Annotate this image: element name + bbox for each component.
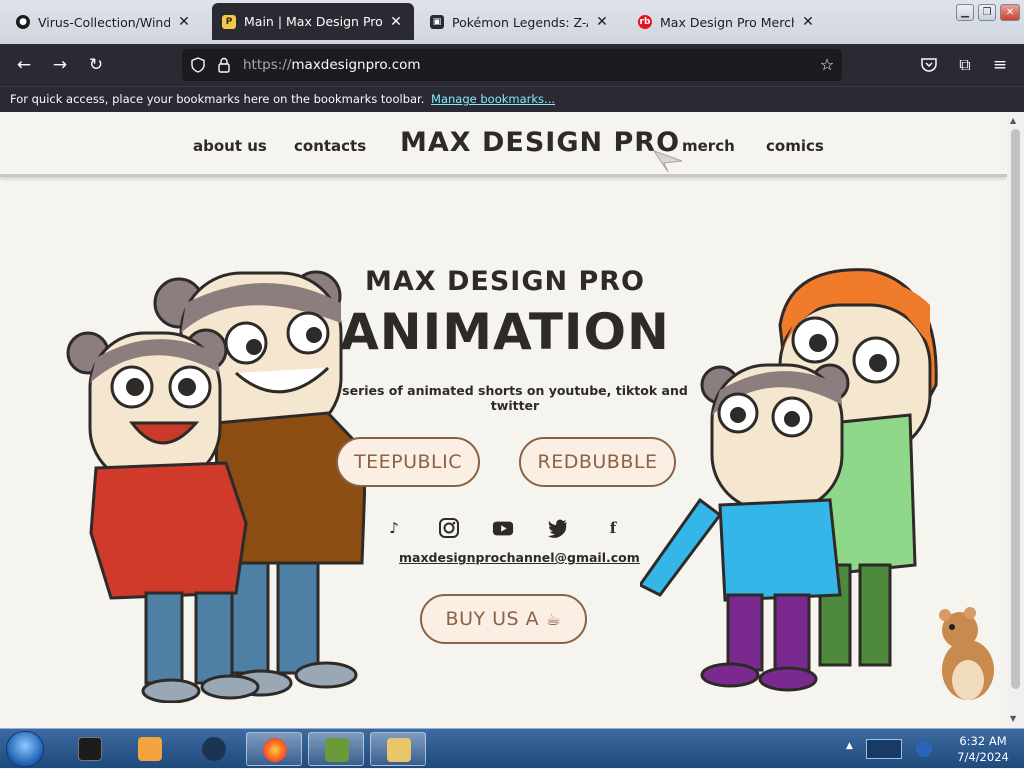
nav-about-us-link[interactable]: about us (193, 137, 267, 155)
redbubble-button[interactable]: REDBUBBLE (519, 437, 676, 487)
youtube-icon[interactable] (492, 517, 514, 539)
bookmark-star-icon[interactable]: ☆ (816, 54, 838, 76)
tab-merch[interactable]: rb Max Design Pro Merch Shop ✕ (628, 4, 826, 40)
clock-time: 6:32 AM (959, 734, 1007, 748)
web-page: about us contacts MAX DESIGN PRO merch c… (0, 113, 1007, 728)
tab-label: Pokémon Legends: Z-A Feat (452, 14, 588, 30)
scroll-up-icon[interactable]: ▲ (1010, 116, 1016, 125)
tab-label: Max Design Pro Merch Shop (660, 14, 794, 30)
url-bar[interactable]: https://maxdesignpro.com ☆ (182, 49, 842, 81)
close-tab-icon[interactable]: ✕ (800, 14, 816, 30)
redbubble-icon: rb (638, 15, 652, 29)
tab-pokemon[interactable]: ▣ Pokémon Legends: Z-A Feat ✕ (420, 4, 620, 40)
url-protocol: https:// (243, 57, 292, 73)
tab-bar: ● Virus-Collection/Windows/E ✕ P Main | … (0, 0, 1024, 44)
twitter-icon[interactable] (547, 517, 569, 539)
bookmarks-message: For quick access, place your bookmarks h… (10, 92, 425, 106)
bear-characters-illustration (66, 270, 366, 703)
site-favicon-icon: P (222, 14, 236, 29)
close-window-button[interactable]: ✕ (1000, 4, 1020, 21)
lock-icon[interactable] (217, 57, 231, 73)
nav-comics-link[interactable]: comics (766, 137, 824, 155)
pocket-icon[interactable] (920, 56, 938, 74)
minimize-button[interactable]: ▁ (956, 4, 974, 21)
media-player-icon (138, 737, 162, 761)
nav-merch-link[interactable]: merch (682, 137, 735, 155)
instagram-icon[interactable] (438, 517, 460, 539)
github-icon: ● (16, 15, 30, 29)
scroll-thumb[interactable] (1011, 129, 1020, 689)
facebook-icon[interactable]: f (602, 517, 624, 539)
taskbar-terminal[interactable] (62, 732, 118, 766)
clock-date: 7/4/2024 (957, 750, 1009, 764)
back-arrow-icon[interactable]: ← (13, 54, 35, 76)
taskbar: ▲ 6:32 AM 7/4/2024 (0, 728, 1024, 768)
menu-icon[interactable]: ≡ (989, 54, 1011, 76)
manage-bookmarks-link[interactable]: Manage bookmarks... (431, 92, 555, 106)
volume-icon[interactable] (916, 741, 932, 757)
tiktok-icon[interactable]: ♪ (383, 517, 405, 539)
system-tray: ▲ 6:32 AM 7/4/2024 (838, 729, 1024, 769)
close-tab-icon[interactable]: ✕ (176, 14, 192, 30)
page-favicon-icon: ▣ (430, 15, 444, 29)
taskbar-media-player[interactable] (122, 732, 178, 766)
globe-app-icon (202, 737, 226, 761)
firefox-icon (263, 738, 287, 762)
tab-main[interactable]: P Main | Max Design Pro Ani ✕ (212, 3, 414, 40)
bookmarks-toolbar: For quick access, place your bookmarks h… (0, 86, 1024, 112)
taskbar-app[interactable] (186, 732, 242, 766)
maximize-button[interactable]: ❐ (978, 4, 996, 21)
extensions-icon[interactable]: ⧉ (954, 54, 976, 76)
network-icon[interactable] (866, 739, 902, 759)
folder-icon (387, 738, 411, 762)
close-tab-icon[interactable]: ✕ (388, 14, 404, 30)
hero-title: ANIMATION (340, 303, 670, 361)
site-logo[interactable]: MAX DESIGN PRO (400, 127, 680, 158)
box-game-icon (325, 738, 349, 762)
taskbar-firefox[interactable] (246, 732, 302, 766)
site-header: about us contacts MAX DESIGN PRO merch c… (0, 113, 1007, 177)
hero-subtitle: MAX DESIGN PRO (364, 266, 646, 297)
girl-and-bear-illustration (640, 268, 938, 692)
hero-tagline: series of animated shorts on youtube, ti… (342, 383, 688, 413)
reload-icon[interactable]: ↻ (85, 54, 107, 76)
hamster-image (939, 607, 994, 700)
buy-us-a-coffee-button[interactable]: BUY US A ☕ (420, 594, 587, 644)
scroll-down-icon[interactable]: ▼ (1010, 714, 1016, 723)
clock[interactable]: 6:32 AM 7/4/2024 (948, 733, 1018, 765)
email-link[interactable]: maxdesignprochannel@gmail.com (399, 550, 640, 565)
paper-plane-icon (652, 150, 683, 173)
tab-label: Main | Max Design Pro Ani (244, 14, 382, 29)
nav-contacts-link[interactable]: contacts (294, 137, 366, 155)
forward-arrow-icon[interactable]: → (49, 54, 71, 76)
page-scrollbar[interactable]: ▲ ▼ (1007, 113, 1024, 728)
terminal-icon (78, 737, 102, 761)
shield-icon[interactable] (190, 57, 206, 73)
teepublic-button[interactable]: TEEPUBLIC (336, 437, 480, 487)
coffee-cup-icon: ☕ (545, 610, 562, 630)
buy-button-label: BUY US A (445, 608, 540, 630)
close-tab-icon[interactable]: ✕ (594, 14, 610, 30)
url-host: maxdesignpro.com (291, 57, 421, 73)
taskbar-box-game[interactable] (308, 732, 364, 766)
taskbar-file-explorer[interactable] (370, 732, 426, 766)
navigation-toolbar: ← → ↻ https://maxdesignpro.com ☆ ⧉ ≡ (0, 44, 1024, 86)
show-hidden-icons-icon[interactable]: ▲ (846, 741, 853, 751)
start-button[interactable] (6, 731, 44, 767)
tab-label: Virus-Collection/Windows/E (38, 14, 170, 30)
url-text[interactable]: https://maxdesignpro.com (243, 57, 421, 73)
tab-github[interactable]: ● Virus-Collection/Windows/E ✕ (6, 4, 202, 40)
